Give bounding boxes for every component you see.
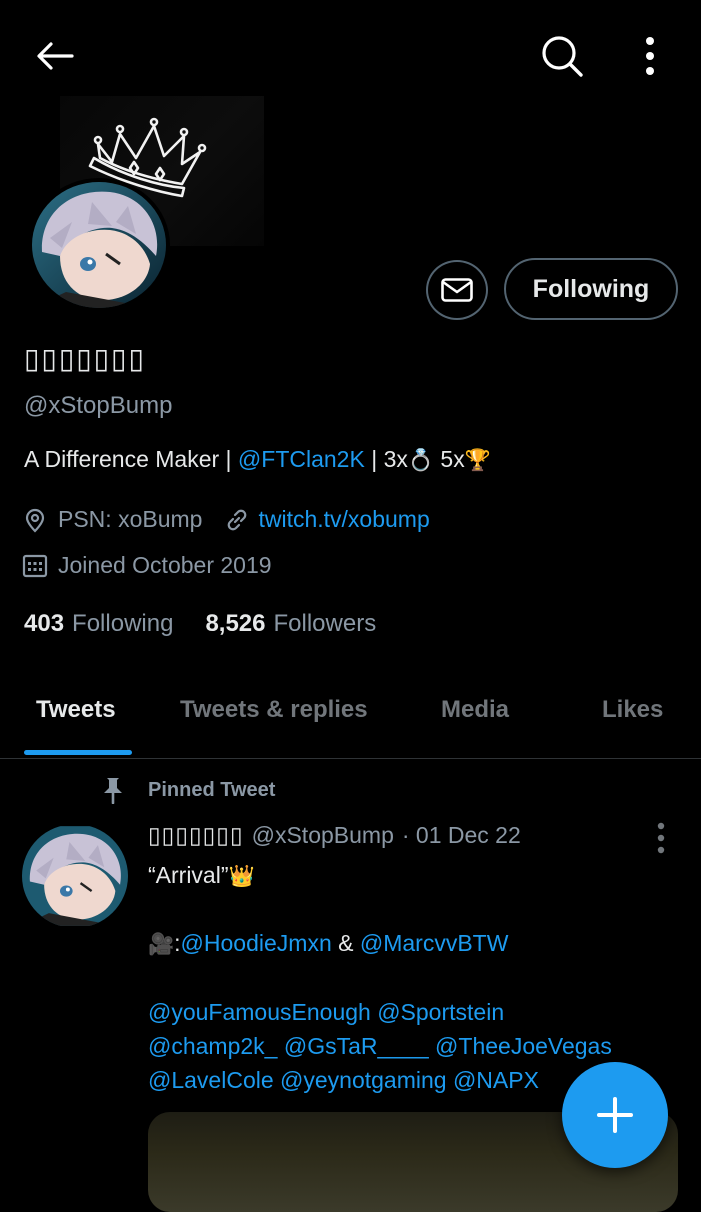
trophy-emoji: 🏆 [464,448,491,472]
arrow-left-icon [37,42,74,70]
ring-emoji: 💍 [407,448,435,472]
followers-stat[interactable]: 8,526 Followers [205,610,376,638]
joined-date: Joined October 2019 [58,552,272,578]
back-button[interactable] [28,32,82,80]
profile-avatar[interactable] [28,178,170,312]
pinned-label: Pinned Tweet [148,778,276,801]
following-stat[interactable]: 403 Following [24,610,173,638]
more-vertical-icon [657,822,665,854]
followers-label: Followers [273,610,377,637]
followers-count: 8,526 [205,610,266,637]
display-name: ▯▯▯▯▯▯▯ [24,343,146,374]
follow-stats: 403 Following 8,526 Followers [24,610,376,638]
crown-emoji: 👑 [228,864,255,888]
search-button[interactable] [534,32,590,80]
tweet-mentions-line[interactable]: @LavelCole @yeynotgaming @NAPX [148,1067,539,1094]
bio-mention-link[interactable]: @FTClan2K [238,446,365,472]
more-vertical-icon [646,37,654,75]
tab-tweets[interactable]: Tweets [36,696,116,724]
tweet-author-name[interactable]: ▯▯▯▯▯▯▯ [148,822,244,849]
profile-bio: A Difference Maker | @FTClan2K | 3x💍 5x🏆 [24,446,491,473]
mail-icon [441,278,473,302]
avatar-image [22,826,128,926]
tweet-author-handle[interactable]: @xStopBump [252,822,394,849]
tweet-date[interactable]: · 01 Dec 22 [402,822,521,849]
profile-tabs: Tweets Tweets & replies Media Likes [0,672,701,759]
tab-likes[interactable]: Likes [602,696,663,724]
tweet-text-line: 🎥:@HoodieJmxn & @MarcvvBTW [148,930,508,957]
compose-tweet-button[interactable] [562,1062,668,1168]
plus-icon [597,1097,633,1133]
tweet-mention-link[interactable]: @MarcvvBTW [360,930,509,956]
website-link[interactable]: twitch.tv/xobump [258,506,429,533]
tweet-mentions-line[interactable]: @champ2k_ @GsTaR____ @TheeJoeVegas [148,1033,612,1060]
following-label: Following [72,610,174,637]
location-pin-icon [25,508,45,533]
following-count: 403 [24,610,65,637]
avatar-image [32,182,166,308]
tweet-more-button[interactable] [644,818,678,858]
calendar-icon [22,554,48,577]
following-button[interactable]: Following [504,258,678,320]
pin-icon [104,778,122,804]
tab-tweets-replies[interactable]: Tweets & replies [180,696,368,724]
bio-text: A Difference Maker | [24,446,238,472]
location-text: PSN: xoBump [58,506,203,532]
bio-text: | 3x [364,446,408,472]
tweet-mention-link[interactable]: @HoodieJmxn [181,930,332,956]
tweet-header: ▯▯▯▯▯▯▯ @xStopBump · 01 Dec 22 [148,822,521,849]
profile-meta-row: PSN: xoBump twitch.tv/xobump [22,506,430,533]
tweet-text-line: “Arrival”👑 [148,862,255,889]
profile-meta-row: Joined October 2019 [22,552,272,579]
tweet-author-avatar[interactable] [22,824,128,928]
tab-media[interactable]: Media [441,696,509,724]
tweet-mentions-line[interactable]: @youFamousEnough @Sportstein [148,999,504,1026]
camera-emoji: 🎥 [148,932,175,956]
link-icon [228,509,247,530]
tweet-title: “Arrival” [148,862,229,888]
profile-handle: @xStopBump [24,392,173,419]
active-tab-indicator [24,750,132,755]
bio-text: 5x [434,446,465,472]
tweet-ampersand: & [331,930,360,956]
pinned-label-row: Pinned Tweet [100,776,275,804]
message-button[interactable] [426,260,488,320]
more-options-button[interactable] [626,32,674,80]
search-icon [542,36,583,77]
